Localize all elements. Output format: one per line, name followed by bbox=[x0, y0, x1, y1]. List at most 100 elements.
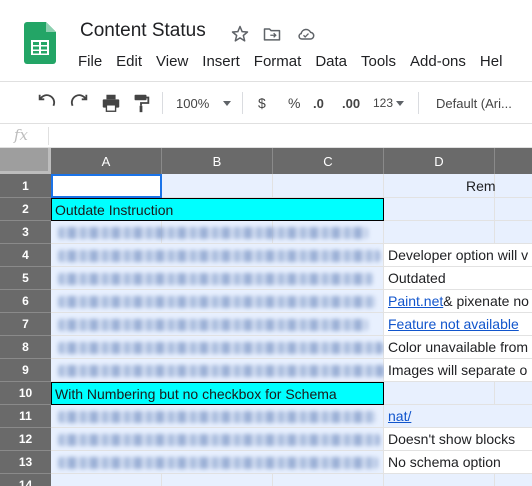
column-header-b[interactable]: B bbox=[162, 148, 273, 174]
cell-d7[interactable]: Feature not available bbox=[384, 313, 532, 336]
formula-bar-divider bbox=[48, 127, 49, 145]
menu-format[interactable]: Format bbox=[254, 53, 302, 70]
row-header-8[interactable]: 8 bbox=[0, 336, 51, 359]
menu-view[interactable]: View bbox=[156, 53, 188, 70]
column-header-e[interactable] bbox=[495, 148, 532, 174]
url-tail-link[interactable]: nat/ bbox=[388, 408, 411, 424]
blurred-url bbox=[58, 434, 380, 446]
zoom-value: 100% bbox=[176, 95, 210, 111]
paint-net-link[interactable]: Paint.net bbox=[388, 293, 443, 309]
cell-d1[interactable]: Remarks bbox=[384, 174, 522, 198]
row-header-7[interactable]: 7 bbox=[0, 313, 51, 336]
menu-addons[interactable]: Add-ons bbox=[410, 53, 466, 70]
cell-d2[interactable] bbox=[384, 198, 495, 221]
fx-icon: fx bbox=[14, 126, 29, 144]
more-formats-label: 123 bbox=[373, 96, 394, 110]
cell-d6[interactable]: Paint.net & pixenate no bbox=[384, 290, 532, 313]
toolbar-divider bbox=[418, 92, 419, 114]
cell-e1[interactable] bbox=[495, 174, 532, 198]
cell-d12[interactable]: Doesn't show blocks bbox=[384, 428, 532, 451]
print-icon[interactable] bbox=[100, 92, 122, 114]
chevron-down-icon bbox=[223, 100, 232, 106]
row-header-2[interactable]: 2 bbox=[0, 198, 51, 221]
row-header-5[interactable]: 5 bbox=[0, 267, 51, 290]
cell-d6-text: & pixenate no bbox=[443, 293, 529, 309]
cell-e2[interactable] bbox=[495, 198, 532, 221]
more-formats-select[interactable]: 123 bbox=[373, 92, 405, 114]
cell-d13[interactable]: No schema option bbox=[384, 451, 532, 474]
column-header-a[interactable]: A bbox=[51, 148, 162, 174]
blurred-url bbox=[58, 250, 380, 262]
column-header-c[interactable]: C bbox=[273, 148, 384, 174]
cell-b14[interactable] bbox=[162, 474, 273, 486]
menu-data[interactable]: Data bbox=[315, 53, 347, 70]
cell-d10[interactable] bbox=[384, 382, 495, 405]
formula-input[interactable] bbox=[56, 128, 526, 144]
row-header-14[interactable]: 14 bbox=[0, 474, 51, 486]
undo-icon[interactable] bbox=[36, 92, 58, 114]
percent-format-button[interactable]: % bbox=[288, 92, 300, 114]
cell-e3[interactable] bbox=[495, 221, 532, 244]
cell-b1[interactable] bbox=[162, 174, 273, 198]
row-header-11[interactable]: 11 bbox=[0, 405, 51, 428]
cell-d9[interactable]: Images will separate o bbox=[384, 359, 532, 382]
cell-a2-section-header[interactable]: Outdate Instruction bbox=[51, 198, 384, 221]
cell-d5[interactable]: Outdated bbox=[384, 267, 532, 290]
menu-bar: File Edit View Insert Format Data Tools … bbox=[78, 53, 516, 70]
formula-bar: fx bbox=[0, 123, 532, 148]
cell-d8[interactable]: Color unavailable from bbox=[384, 336, 532, 359]
cell-a14[interactable] bbox=[51, 474, 162, 486]
cloud-saved-icon[interactable] bbox=[296, 24, 316, 44]
menu-insert[interactable]: Insert bbox=[202, 53, 240, 70]
row-header-10[interactable]: 10 bbox=[0, 382, 51, 405]
document-title[interactable]: Content Status bbox=[80, 20, 206, 42]
cell-d4[interactable]: Developer option will v bbox=[384, 244, 532, 267]
decrease-decimal-button[interactable]: .0 bbox=[313, 92, 324, 114]
blurred-url bbox=[58, 342, 383, 354]
toolbar: 100% $ % .0 .00 123 Default (Ari... bbox=[0, 81, 532, 123]
font-family-select[interactable]: Default (Ari... bbox=[436, 92, 512, 114]
blurred-url bbox=[58, 365, 386, 377]
select-all-corner[interactable] bbox=[0, 148, 51, 174]
row-header-9[interactable]: 9 bbox=[0, 359, 51, 382]
menu-file[interactable]: File bbox=[78, 53, 102, 70]
cell-a10-section-header[interactable]: With Numbering but no checkbox for Schem… bbox=[51, 382, 384, 405]
star-icon[interactable] bbox=[230, 24, 250, 44]
spreadsheet-grid: A B C D 1 2 3 4 5 6 7 8 9 10 11 12 13 14… bbox=[0, 148, 532, 486]
feature-not-available-link[interactable]: Feature not available bbox=[388, 316, 519, 332]
cell-e14[interactable] bbox=[495, 474, 532, 486]
cell-d3[interactable] bbox=[384, 221, 495, 244]
zoom-select[interactable]: 100% bbox=[176, 92, 232, 114]
blurred-url bbox=[58, 227, 368, 239]
decrease-decimal-label: .0 bbox=[313, 95, 324, 111]
row-header-3[interactable]: 3 bbox=[0, 221, 51, 244]
sheets-logo-icon[interactable] bbox=[24, 22, 56, 64]
font-family-value: Default (Ari... bbox=[436, 95, 512, 111]
menu-edit[interactable]: Edit bbox=[116, 53, 142, 70]
row-header-4[interactable]: 4 bbox=[0, 244, 51, 267]
increase-decimal-label: .00 bbox=[342, 95, 361, 111]
toolbar-divider bbox=[162, 92, 163, 114]
cell-d11[interactable]: nat/ bbox=[384, 405, 532, 428]
cell-d14[interactable] bbox=[384, 474, 495, 486]
selected-cell-a1[interactable] bbox=[51, 174, 162, 198]
blurred-url bbox=[58, 319, 368, 331]
app-header: Content Status File Edit View Insert For… bbox=[0, 0, 532, 80]
row-header-6[interactable]: 6 bbox=[0, 290, 51, 313]
blurred-url bbox=[58, 296, 376, 308]
row-header-1[interactable]: 1 bbox=[0, 174, 51, 198]
toolbar-divider bbox=[242, 92, 243, 114]
cell-e10[interactable] bbox=[495, 382, 532, 405]
paint-format-icon[interactable] bbox=[130, 92, 152, 114]
row-header-13[interactable]: 13 bbox=[0, 451, 51, 474]
move-folder-icon[interactable] bbox=[262, 24, 282, 44]
increase-decimal-button[interactable]: .00 bbox=[342, 92, 360, 114]
menu-help[interactable]: Hel bbox=[480, 53, 503, 70]
redo-icon[interactable] bbox=[68, 92, 90, 114]
cell-c1[interactable] bbox=[273, 174, 384, 198]
column-header-d[interactable]: D bbox=[384, 148, 495, 174]
menu-tools[interactable]: Tools bbox=[361, 53, 396, 70]
cell-c14[interactable] bbox=[273, 474, 384, 486]
currency-format-button[interactable]: $ bbox=[258, 92, 266, 114]
row-header-12[interactable]: 12 bbox=[0, 428, 51, 451]
